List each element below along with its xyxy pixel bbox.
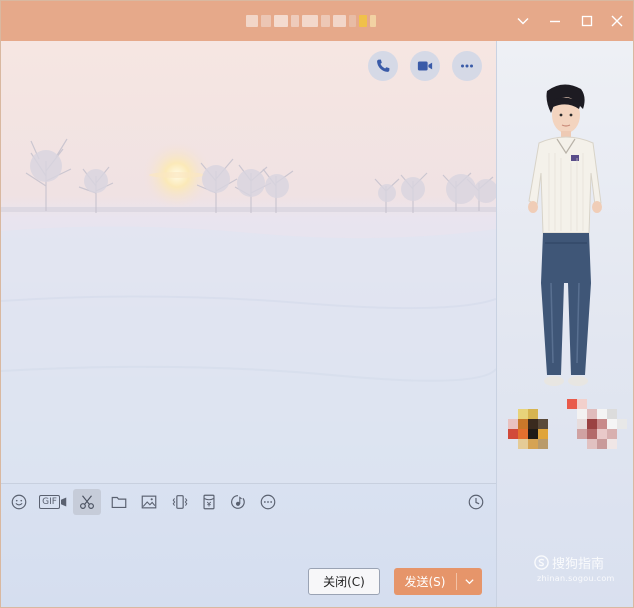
more-tools-button[interactable] bbox=[255, 489, 281, 515]
message-input[interactable] bbox=[1, 517, 496, 567]
minimize-icon bbox=[550, 20, 560, 23]
red-packet-button[interactable] bbox=[196, 489, 222, 515]
red-packet-icon bbox=[203, 494, 215, 510]
toolbar-divider bbox=[1, 483, 496, 484]
music-icon bbox=[231, 495, 245, 509]
video-camera-icon bbox=[417, 61, 433, 71]
smiley-icon bbox=[11, 494, 27, 510]
maximize-button[interactable] bbox=[577, 11, 597, 31]
music-share-button[interactable] bbox=[225, 489, 251, 515]
message-history-button[interactable] bbox=[463, 489, 489, 515]
collapse-button[interactable] bbox=[513, 11, 533, 31]
maximize-icon bbox=[581, 15, 593, 27]
watermark-brand: 搜狗指南 bbox=[552, 557, 605, 572]
send-label: 发送(S) bbox=[404, 575, 446, 589]
close-button[interactable] bbox=[607, 11, 627, 31]
gif-camera-tail-icon bbox=[60, 497, 67, 507]
input-toolbar: GIF bbox=[1, 485, 496, 517]
folder-icon bbox=[111, 496, 127, 508]
window-shake-button[interactable] bbox=[167, 489, 193, 515]
sogou-watermark: 搜狗指南 zhinan.sogou.com bbox=[534, 553, 633, 587]
chevron-down-icon bbox=[465, 579, 474, 585]
chat-window: GIF 关闭(C) 发送(S) 搜狗指南 zhinan.sogou.com bbox=[0, 0, 634, 608]
chevron-down-icon bbox=[517, 18, 529, 25]
sogou-logo-icon bbox=[534, 555, 549, 570]
close-chat-label: 关闭(C) bbox=[323, 575, 365, 589]
send-button[interactable]: 发送(S) bbox=[394, 568, 482, 595]
more-circle-icon bbox=[260, 494, 276, 510]
video-call-button[interactable] bbox=[410, 51, 440, 81]
image-icon bbox=[141, 495, 157, 509]
gif-icon: GIF bbox=[39, 495, 60, 509]
screenshot-button[interactable] bbox=[73, 489, 101, 515]
phone-icon bbox=[377, 59, 390, 72]
close-chat-button[interactable]: 关闭(C) bbox=[308, 568, 380, 595]
window-title-blurred bbox=[246, 11, 386, 31]
emoji-button[interactable] bbox=[6, 489, 32, 515]
minimize-button[interactable] bbox=[545, 11, 565, 31]
watermark-url: zhinan.sogou.com bbox=[537, 574, 615, 583]
title-bar[interactable] bbox=[1, 1, 633, 41]
vibrate-icon bbox=[172, 495, 188, 509]
clock-icon bbox=[468, 494, 484, 510]
chat-background-scenery bbox=[1, 41, 496, 483]
send-file-button[interactable] bbox=[106, 489, 132, 515]
voice-call-button[interactable] bbox=[368, 51, 398, 81]
gif-button[interactable]: GIF bbox=[39, 489, 67, 515]
send-image-button[interactable] bbox=[136, 489, 162, 515]
more-dots-icon bbox=[461, 64, 473, 68]
send-options-dropdown[interactable] bbox=[457, 576, 482, 587]
contact-avatar-figure bbox=[521, 83, 611, 393]
scissors-icon bbox=[80, 495, 94, 509]
more-button[interactable] bbox=[452, 51, 482, 81]
close-icon bbox=[611, 15, 623, 27]
